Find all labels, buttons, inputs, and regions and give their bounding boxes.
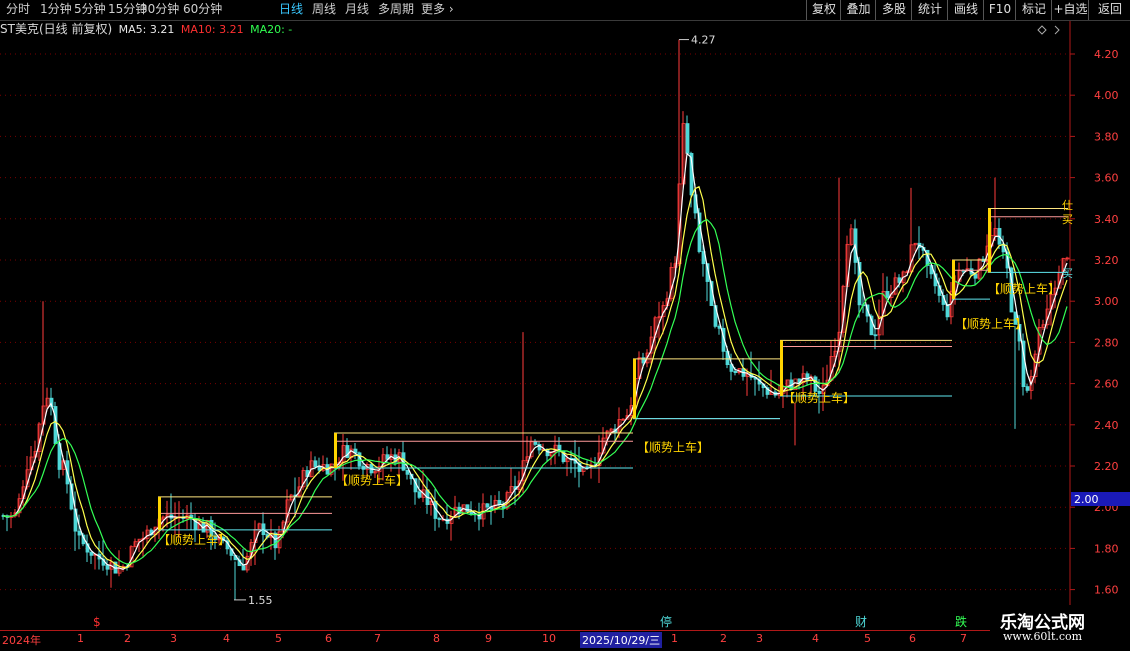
statistics-button[interactable]: 统计 <box>911 0 948 20</box>
time-label: 2 <box>124 632 131 645</box>
time-label: 1 <box>671 632 678 645</box>
buy-signal-label: 【顺势上车】 <box>637 439 709 454</box>
candle-body <box>497 499 502 505</box>
signal-bar <box>633 358 636 419</box>
side-mark: 买 <box>1062 213 1073 226</box>
chevron-right-icon <box>1054 25 1060 35</box>
add-watchlist-button[interactable]: +自选 <box>1051 0 1089 20</box>
time-label: 1 <box>77 632 84 645</box>
candle-body <box>313 460 318 468</box>
event-mark: 停 <box>660 614 672 629</box>
time-label: 5 <box>864 632 871 645</box>
candle-body <box>485 503 490 508</box>
time-label: 4 <box>812 632 819 645</box>
low-price-label: 1.55 <box>248 594 273 607</box>
candle-body <box>241 565 246 571</box>
period-tab-more[interactable]: 更多 › <box>421 0 454 20</box>
kline-chart[interactable]: 4.20 4.00 3.80 3.60 3.40 3.20 3.00 2.80 2.60 2.40… <box>0 21 1130 630</box>
time-label: 10 <box>542 632 556 645</box>
time-label: 7 <box>960 632 967 645</box>
f10-button[interactable]: F10 <box>983 0 1016 20</box>
price-tick-label: 3.80 <box>1094 130 1119 143</box>
signal-bar <box>780 340 783 396</box>
period-tab-30min[interactable]: 30分钟 <box>140 0 179 20</box>
side-mark: 仕 <box>1062 199 1073 212</box>
signal-bar <box>988 208 991 273</box>
price-tick-label: 3.60 <box>1094 172 1119 185</box>
time-label: 6 <box>325 632 332 645</box>
price-tick-label: 3.20 <box>1094 254 1119 267</box>
time-label: 5 <box>275 632 282 645</box>
time-axis: 2024年 1 2 3 4 5 6 7 8 9 10 2025/10/29/三 1 2 3 4 5 6 7 <box>0 630 1070 651</box>
buy-signal-label: 【顺势上车】 <box>158 532 230 547</box>
buy-signal-label: 【顺势上车】 <box>783 390 855 405</box>
back-button[interactable]: 返回 <box>1088 0 1130 20</box>
time-label: 6 <box>909 632 916 645</box>
candle-body <box>1025 386 1030 391</box>
event-mark: 财 <box>855 615 867 629</box>
period-tab-fenshi[interactable]: 分时 <box>6 0 30 20</box>
candle-body <box>273 532 278 549</box>
diamond-icon <box>1037 25 1047 35</box>
restore-rights-button[interactable]: 复权 <box>806 0 841 20</box>
candle-body <box>885 290 890 298</box>
time-label: 2024年 <box>2 634 41 647</box>
current-price-label: 2.00 <box>1074 493 1099 506</box>
overlay-button[interactable]: 叠加 <box>840 0 876 20</box>
buy-signal-label: 【顺势上车】 <box>336 472 408 487</box>
price-tick-label: 4.20 <box>1094 48 1119 61</box>
high-price-label: 4.27 <box>691 34 716 47</box>
period-tab-weekly[interactable]: 周线 <box>312 0 336 20</box>
period-toolbar: 分时 1分钟 5分钟 15分钟 30分钟 60分钟 日线 周线 月线 多周期 更多 › 复权 叠加 多股统… <box>0 0 1130 21</box>
time-label: 7 <box>374 632 381 645</box>
candle-body <box>89 551 94 556</box>
period-tab-60min[interactable]: 60分钟 <box>183 0 222 20</box>
price-tick-label: 1.80 <box>1094 542 1119 555</box>
time-label: 9 <box>485 632 492 645</box>
price-tick-label: 2.60 <box>1094 378 1119 391</box>
price-tick-label: 4.00 <box>1094 89 1119 102</box>
candle-body <box>105 564 110 570</box>
period-tab-multi-period[interactable]: 多周期 <box>378 0 414 20</box>
period-tab-1min[interactable]: 1分钟 <box>40 0 72 20</box>
candle-body <box>873 334 878 337</box>
price-tick-label: 2.40 <box>1094 419 1119 432</box>
signal-bar <box>334 433 337 469</box>
candle-body <box>733 370 738 373</box>
buy-signal-label: 【顺势上车】 <box>988 281 1060 296</box>
candle-body <box>685 123 690 154</box>
time-label: 8 <box>433 632 440 645</box>
signal-bar <box>158 496 161 530</box>
price-tick-label: 2.20 <box>1094 460 1119 473</box>
period-tab-daily[interactable]: 日线 <box>279 0 303 20</box>
side-mark: 买 <box>1062 267 1073 280</box>
event-mark: $ <box>93 615 101 629</box>
candle-body <box>945 304 950 318</box>
buy-signal-label: 【顺势上车】 <box>955 316 1027 331</box>
price-tick-label: 3.40 <box>1094 213 1119 226</box>
candle-body <box>417 491 422 498</box>
event-mark: 跌 <box>955 614 967 629</box>
period-tab-5min[interactable]: 5分钟 <box>74 0 106 20</box>
candle-body <box>437 518 442 520</box>
price-tick-label: 3.00 <box>1094 295 1119 308</box>
period-tab-monthly[interactable]: 月线 <box>345 0 369 20</box>
multi-stock-button[interactable]: 多股 <box>875 0 912 20</box>
time-label: 3 <box>170 632 177 645</box>
watermark-url: www.60lt.com <box>1003 630 1083 643</box>
draw-line-button[interactable]: 画线 <box>947 0 984 20</box>
signal-bar <box>952 260 955 300</box>
time-label: 2025/10/29/三 <box>580 632 663 648</box>
price-tick-label: 2.80 <box>1094 336 1119 349</box>
price-tick-label: 1.60 <box>1094 584 1119 597</box>
candle-body <box>77 530 82 536</box>
mark-button[interactable]: 标记 <box>1015 0 1052 20</box>
time-label: 3 <box>756 632 763 645</box>
time-label: 2 <box>720 632 727 645</box>
ma10-line <box>2 185 1068 569</box>
candle-body <box>533 441 538 445</box>
time-label: 4 <box>223 632 230 645</box>
